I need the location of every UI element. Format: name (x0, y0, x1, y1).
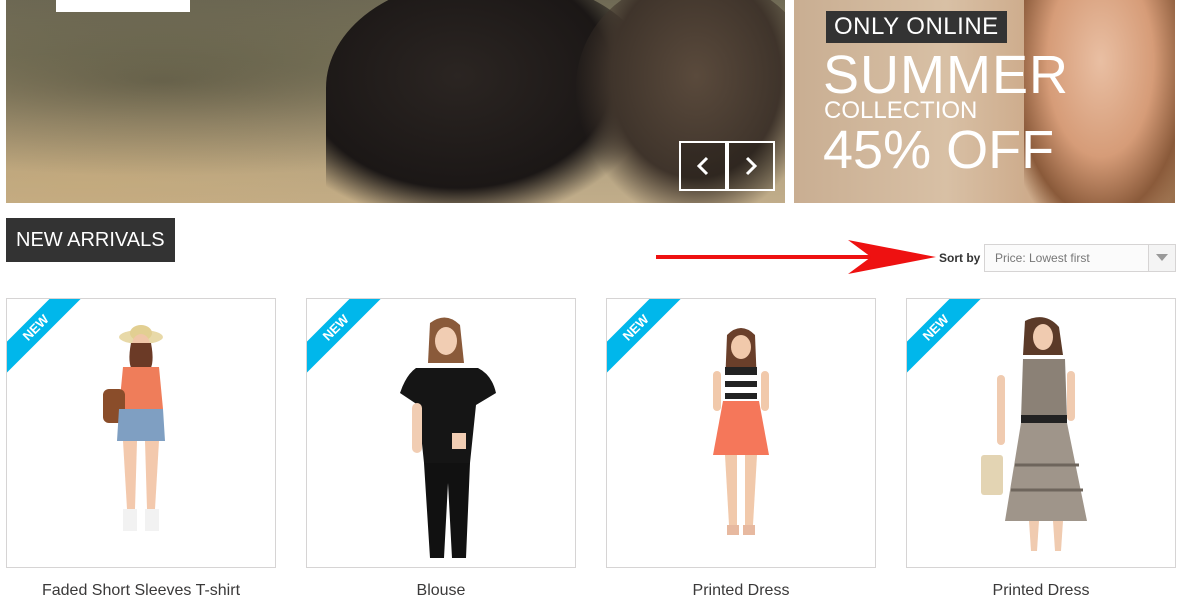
slider-next-button[interactable] (727, 141, 775, 191)
red-arrow-annotation (656, 240, 936, 274)
new-badge: NEW (907, 299, 990, 381)
promo-tag: ONLY ONLINE (826, 11, 1007, 43)
product-name[interactable]: Printed Dress (906, 582, 1176, 600)
caret-down-icon (1156, 254, 1168, 261)
chevron-right-icon (745, 156, 758, 176)
product-image[interactable]: NEW (306, 298, 576, 568)
product-card[interactable]: NEW Printed Dress (906, 298, 1176, 616)
promo-discount: 45% OFF (823, 120, 1055, 180)
new-badge: NEW (7, 299, 90, 381)
product-image[interactable]: NEW (606, 298, 876, 568)
new-badge: NEW (307, 299, 390, 381)
new-badge: NEW (607, 299, 690, 381)
slider-caption-box (56, 0, 190, 12)
product-card[interactable]: NEW Faded Short Sleeves T-shirt (6, 298, 276, 616)
section-title: NEW ARRIVALS (6, 218, 175, 262)
promo-banner[interactable]: ONLY ONLINE SUMMER COLLECTION 45% OFF (794, 0, 1175, 203)
product-name[interactable]: Faded Short Sleeves T-shirt (6, 582, 276, 600)
model-photo (103, 325, 165, 531)
model-photo (713, 328, 769, 535)
sort-by-label: Sort by (939, 251, 981, 265)
product-card[interactable]: NEW Printed Dress (606, 298, 876, 616)
product-card[interactable]: NEW Blouse (306, 298, 576, 616)
dropdown-toggle[interactable] (1148, 245, 1175, 271)
product-name[interactable]: Printed Dress (606, 582, 876, 600)
product-image[interactable]: NEW (6, 298, 276, 568)
chevron-left-icon (696, 156, 709, 176)
sort-by-select[interactable]: Price: Lowest first (984, 244, 1176, 272)
slider-prev-button[interactable] (679, 141, 727, 191)
model-photo (981, 317, 1087, 551)
hero-slider[interactable] (6, 0, 785, 203)
product-image[interactable]: NEW (906, 298, 1176, 568)
sort-selected-value: Price: Lowest first (995, 251, 1090, 265)
product-name[interactable]: Blouse (306, 582, 576, 600)
model-photo (400, 317, 496, 558)
promo-headline: SUMMER (823, 45, 1069, 105)
